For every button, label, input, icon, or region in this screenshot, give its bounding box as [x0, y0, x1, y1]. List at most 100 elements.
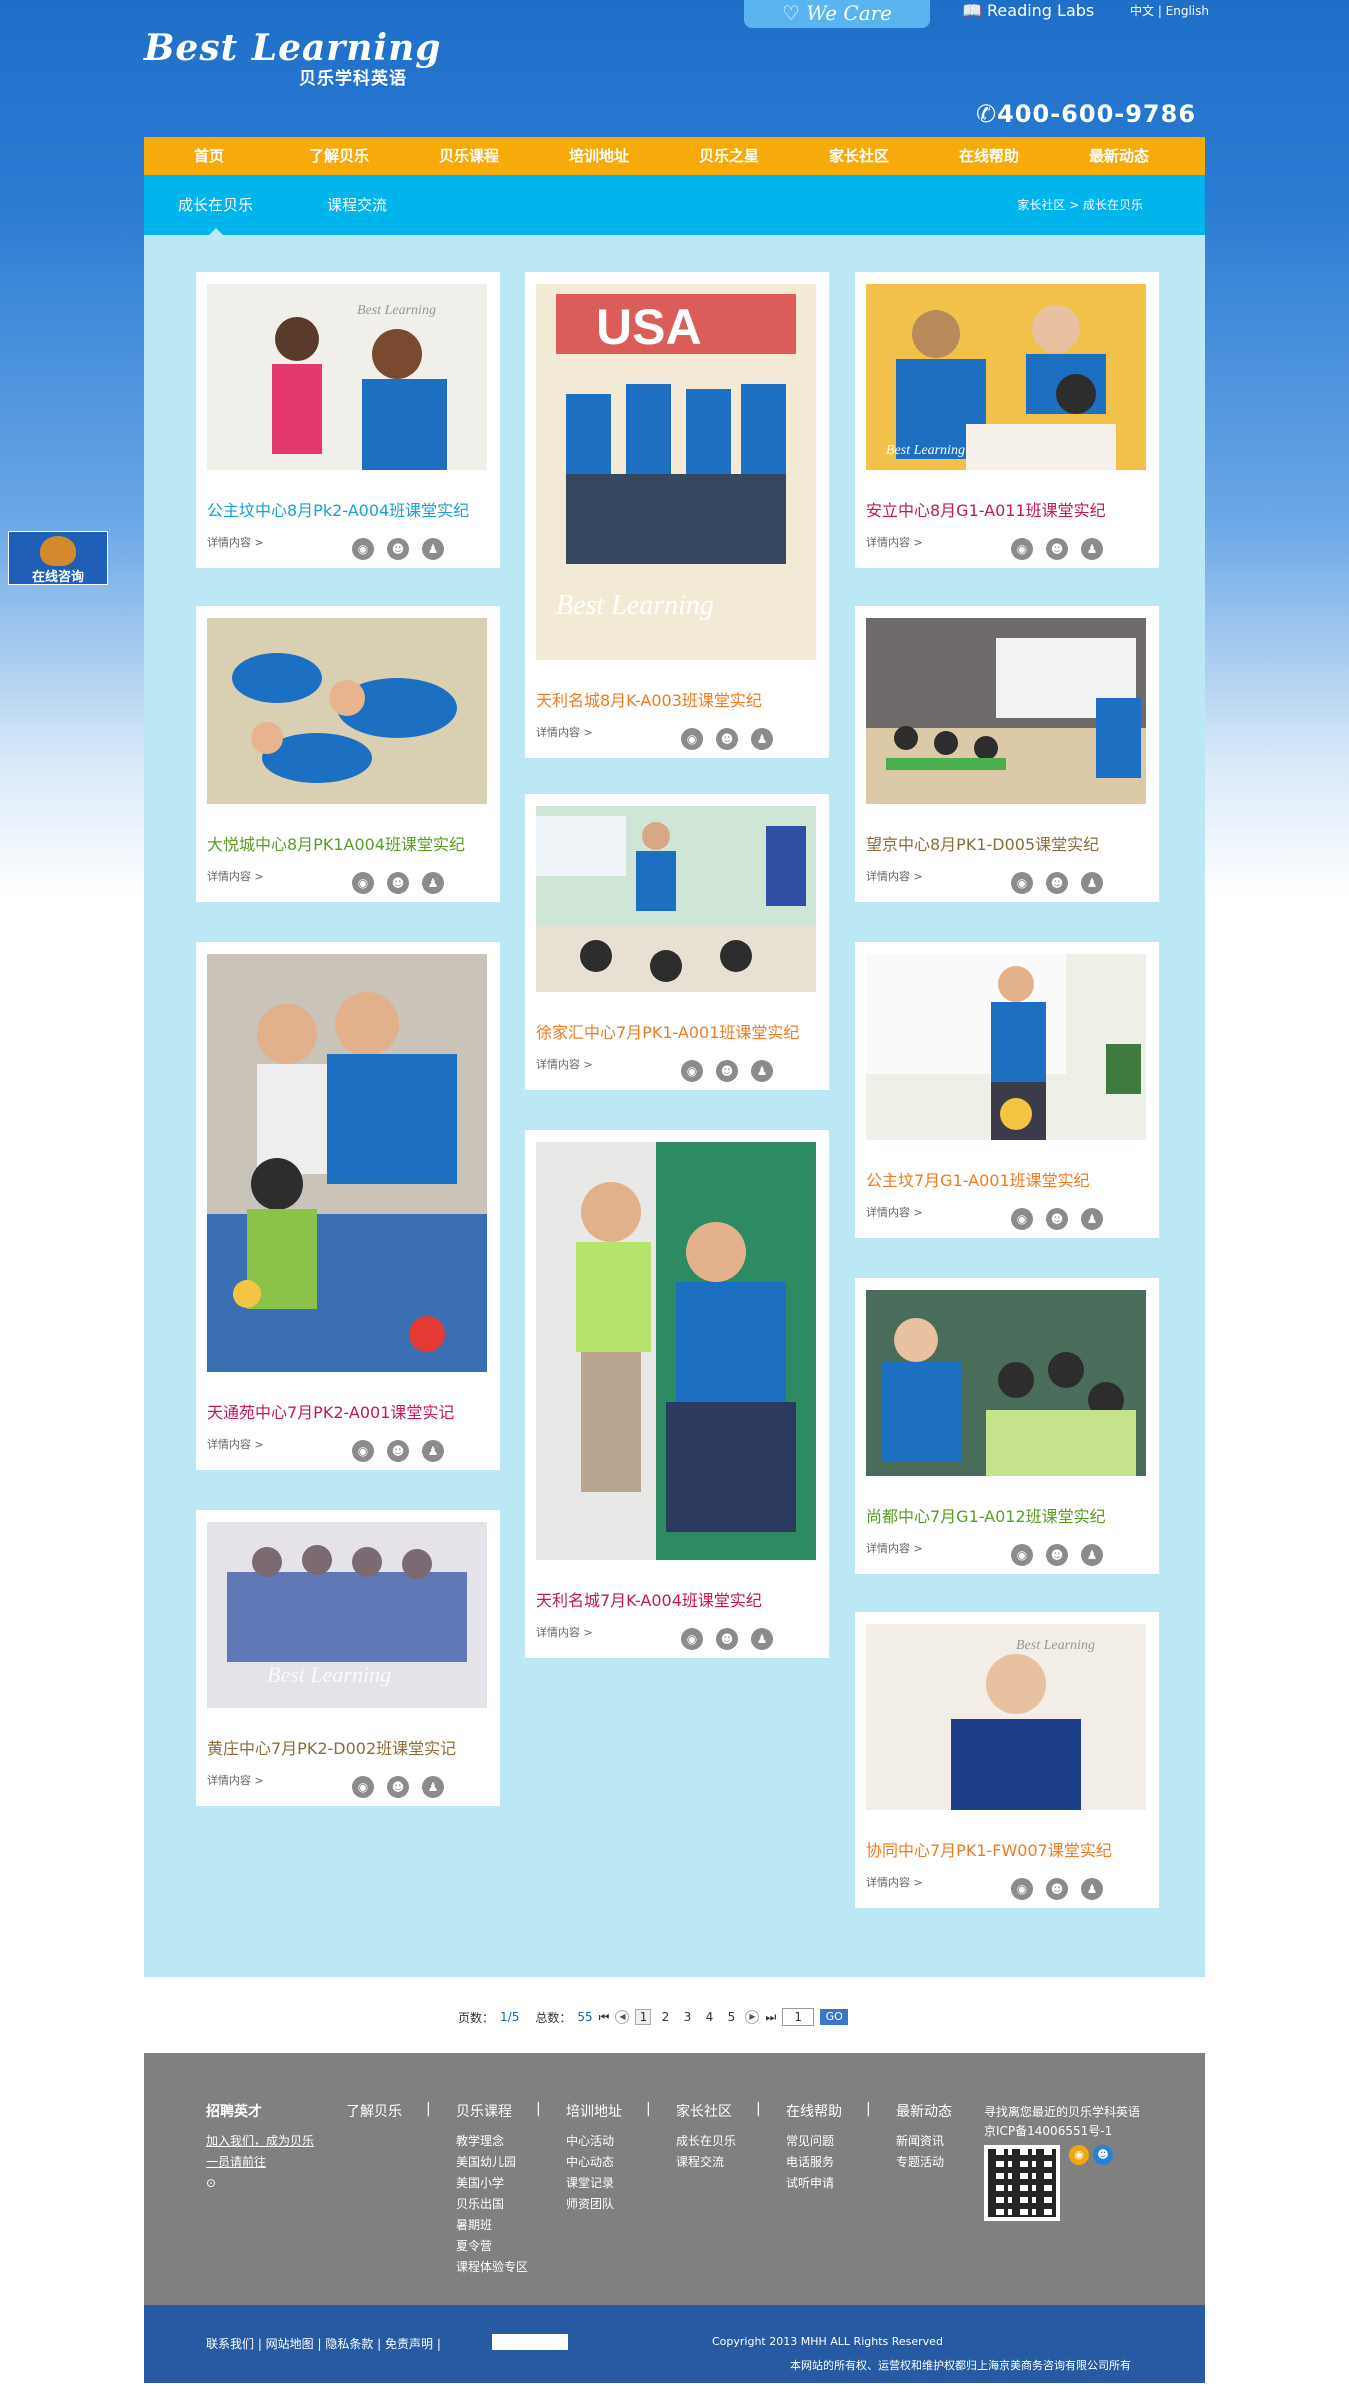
photo[interactable] — [866, 954, 1146, 1140]
footer-link[interactable]: 试听申请 — [786, 2173, 842, 2194]
qq-icon[interactable]: ♟ — [422, 872, 444, 894]
photo[interactable]: Best Learning — [207, 284, 487, 470]
more-link[interactable]: 详情内容 > — [207, 868, 264, 884]
more-link[interactable]: 详情内容 > — [536, 724, 593, 740]
weibo-icon[interactable]: ◉ — [352, 1776, 374, 1798]
footer-link[interactable]: 贝乐出国 — [456, 2194, 528, 2215]
footer-link[interactable]: 暑期班 — [456, 2215, 528, 2236]
photo[interactable]: USA Best Learning — [536, 284, 816, 660]
qq-icon[interactable]: ♟ — [1081, 538, 1103, 560]
weibo-icon[interactable]: ◉ — [1011, 538, 1033, 560]
first-page-icon[interactable]: ⏮ — [599, 2010, 610, 2025]
weibo-icon[interactable]: ◉ — [1011, 1208, 1033, 1230]
more-link[interactable]: 详情内容 > — [866, 1204, 923, 1220]
we-care-tab[interactable]: ♡ We Care — [744, 0, 930, 28]
weibo-icon[interactable]: ◉ — [1011, 872, 1033, 894]
footer-link[interactable]: 加入我们，成为贝乐 — [206, 2131, 314, 2152]
card-title[interactable]: 天利名城7月K-A004班课堂实纪 — [536, 1590, 818, 1612]
photo[interactable]: Best Learning — [866, 284, 1146, 470]
arrow-icon[interactable]: ⊙ — [206, 2173, 314, 2194]
qq-icon[interactable]: ♟ — [422, 538, 444, 560]
more-link[interactable]: 详情内容 > — [207, 534, 264, 550]
footer-link[interactable]: 中心动态 — [566, 2152, 622, 2173]
wechat-icon[interactable]: ☻ — [1046, 1544, 1068, 1566]
nav-courses[interactable]: 贝乐课程 — [404, 137, 534, 175]
wechat-icon[interactable]: ☻ — [1093, 2145, 1113, 2165]
gallery-card[interactable]: 徐家汇中心7月PK1-A001班课堂实纪 详情内容 > ◉ ☻ ♟ — [525, 794, 829, 1090]
gallery-card[interactable]: 尚都中心7月G1-A012班课堂实纪 详情内容 > ◉ ☻ ♟ — [855, 1278, 1159, 1574]
footer-link[interactable]: 课程交流 — [676, 2152, 736, 2173]
gallery-card[interactable]: 天通苑中心7月PK2-A001课堂实记 详情内容 > ◉ ☻ ♟ — [196, 942, 500, 1470]
more-link[interactable]: 详情内容 > — [207, 1772, 264, 1788]
wechat-icon[interactable]: ☻ — [387, 872, 409, 894]
footer-link[interactable]: 一员请前往 — [206, 2152, 314, 2173]
page-number[interactable]: 3 — [679, 2010, 695, 2024]
page-number[interactable]: 4 — [701, 2010, 717, 2024]
card-title[interactable]: 公主坟中心8月Pk2-A004班课堂实纪 — [207, 500, 489, 522]
footer-heading[interactable]: 在线帮助 — [786, 2101, 842, 2121]
footer-bar-links[interactable]: 联系我们 | 网站地图 | 隐私条款 | 免责声明 | — [206, 2335, 441, 2352]
language-switch[interactable]: 中文 | English — [1130, 2, 1209, 20]
wechat-icon[interactable]: ☻ — [1046, 538, 1068, 560]
footer-heading[interactable]: 贝乐课程 — [456, 2101, 528, 2121]
wechat-icon[interactable]: ☻ — [387, 1776, 409, 1798]
wechat-icon[interactable]: ☻ — [716, 1060, 738, 1082]
wechat-icon[interactable]: ☻ — [387, 1440, 409, 1462]
weibo-icon[interactable]: ◉ — [352, 872, 374, 894]
card-title[interactable]: 黄庄中心7月PK2-D002班课堂实记 — [207, 1738, 489, 1760]
footer-link[interactable]: 课堂记录 — [566, 2173, 622, 2194]
weibo-icon[interactable]: ◉ — [352, 538, 374, 560]
qq-icon[interactable]: ♟ — [1081, 1544, 1103, 1566]
last-page-icon[interactable]: ⏭ — [765, 2010, 776, 2025]
footer-heading[interactable]: 家长社区 — [676, 2101, 736, 2121]
gallery-card[interactable]: 天利名城7月K-A004班课堂实纪 详情内容 > ◉ ☻ ♟ — [525, 1130, 829, 1658]
card-title[interactable]: 协同中心7月PK1-FW007课堂实纪 — [866, 1840, 1148, 1862]
gallery-card[interactable]: Best Learning 安立中心8月G1-A011班课堂实纪 详情内容 > … — [855, 272, 1159, 568]
more-link[interactable]: 详情内容 > — [866, 868, 923, 884]
page-number[interactable]: 2 — [657, 2010, 673, 2024]
gallery-card[interactable]: 望京中心8月PK1-D005课堂实纪 详情内容 > ◉ ☻ ♟ — [855, 606, 1159, 902]
footer-link[interactable]: 教学理念 — [456, 2131, 528, 2152]
photo[interactable]: Best Learning — [866, 1624, 1146, 1810]
footer-link[interactable]: 常见问题 — [786, 2131, 842, 2152]
gallery-card[interactable]: 大悦城中心8月PK1A004班课堂实纪 详情内容 > ◉ ☻ ♟ — [196, 606, 500, 902]
card-title[interactable]: 天通苑中心7月PK2-A001课堂实记 — [207, 1402, 489, 1424]
gallery-card[interactable]: Best Learning 协同中心7月PK1-FW007课堂实纪 详情内容 >… — [855, 1612, 1159, 1908]
nav-about[interactable]: 了解贝乐 — [274, 137, 404, 175]
next-page-icon[interactable]: ▶ — [745, 2010, 760, 2024]
prev-page-icon[interactable]: ◀ — [615, 2010, 630, 2024]
wechat-icon[interactable]: ☻ — [1046, 1878, 1068, 1900]
photo[interactable] — [207, 618, 487, 804]
weibo-icon[interactable]: ◉ — [352, 1440, 374, 1462]
nav-locations[interactable]: 培训地址 — [534, 137, 664, 175]
gallery-card[interactable]: Best Learning 公主坟中心8月Pk2-A004班课堂实纪 详情内容 … — [196, 272, 500, 568]
cnzz-badge[interactable] — [492, 2334, 568, 2350]
gallery-card[interactable]: Best Learning 黄庄中心7月PK2-D002班课堂实记 详情内容 >… — [196, 1510, 500, 1806]
more-link[interactable]: 详情内容 > — [207, 1436, 264, 1452]
gallery-card[interactable]: USA Best Learning 天利名城8月K-A003班课堂实纪 详情内容 … — [525, 272, 829, 758]
go-button[interactable]: GO — [820, 2009, 849, 2025]
card-title[interactable]: 望京中心8月PK1-D005课堂实纪 — [866, 834, 1148, 856]
qq-icon[interactable]: ♟ — [1081, 1208, 1103, 1230]
qq-icon[interactable]: ♟ — [751, 728, 773, 750]
more-link[interactable]: 详情内容 > — [536, 1624, 593, 1640]
photo[interactable] — [536, 806, 816, 992]
online-consult-button[interactable]: 在线咨询 — [8, 531, 108, 585]
wechat-icon[interactable]: ☻ — [387, 538, 409, 560]
photo[interactable] — [866, 618, 1146, 804]
nav-home[interactable]: 首页 — [144, 137, 274, 175]
nav-community[interactable]: 家长社区 — [794, 137, 924, 175]
footer-link[interactable]: 新闻资讯 — [896, 2131, 952, 2152]
gallery-card[interactable]: 公主坟7月G1-A001班课堂实纪 详情内容 > ◉ ☻ ♟ — [855, 942, 1159, 1238]
nav-news[interactable]: 最新动态 — [1054, 137, 1184, 175]
card-title[interactable]: 尚都中心7月G1-A012班课堂实纪 — [866, 1506, 1148, 1528]
footer-link[interactable]: 课程体验专区 — [456, 2257, 528, 2278]
card-title[interactable]: 安立中心8月G1-A011班课堂实纪 — [866, 500, 1148, 522]
more-link[interactable]: 详情内容 > — [536, 1056, 593, 1072]
more-link[interactable]: 详情内容 > — [866, 534, 923, 550]
logo[interactable]: Best Learning 贝乐学科英语 — [144, 28, 441, 89]
footer-link[interactable]: 美国幼儿园 — [456, 2152, 528, 2173]
breadcrumb[interactable]: 家长社区 > 成长在贝乐 — [1017, 175, 1143, 235]
photo[interactable]: Best Learning — [207, 1522, 487, 1708]
footer-heading[interactable]: 了解贝乐 — [346, 2101, 402, 2121]
